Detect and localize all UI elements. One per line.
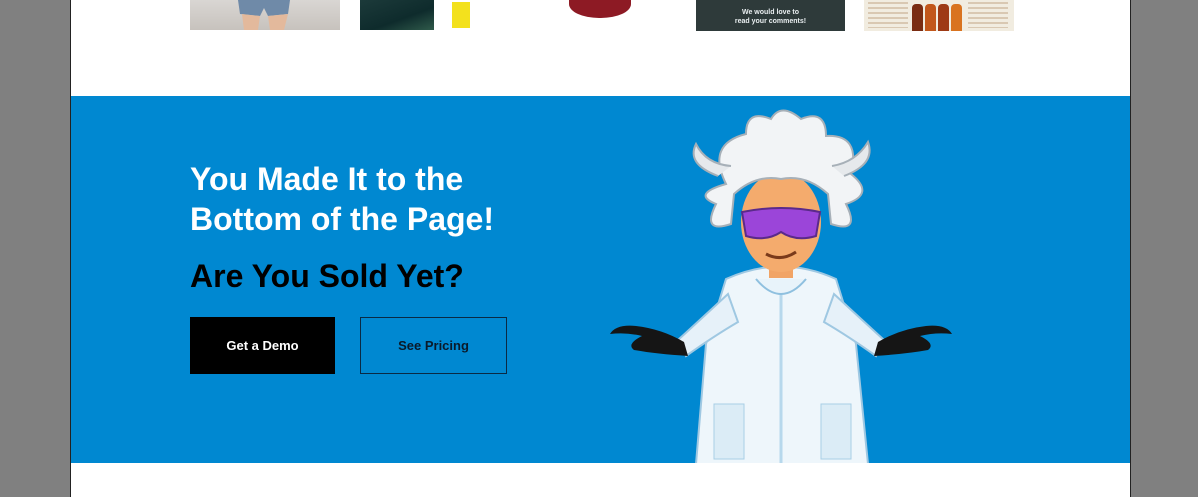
scientist-mascot-illustration [610,109,952,464]
bottle-image [951,4,962,31]
sticker-image [452,2,470,28]
cta-headline: You Made It to the Bottom of the Page! [190,161,494,237]
bottle-image [925,4,936,31]
product-thumbnail-comments[interactable]: We would love to read your comments! [696,0,845,31]
comment-card-line2: read your comments! [734,18,807,25]
bottle-image [938,4,949,31]
thumbnail-row: We would love to read your comments! [71,0,1130,96]
comment-card-line1: We would love to [741,9,800,16]
bottle-image [912,4,923,31]
footer-spacer [71,463,1130,497]
product-thumbnail-sauces[interactable] [864,0,1014,31]
app-screenshot-image [360,0,434,30]
cta-subheadline: Are You Sold Yet? [190,258,464,294]
jar-image [569,0,631,18]
shorts-image [238,0,290,30]
label-text-block [968,2,1008,28]
product-thumbnail-app[interactable] [360,0,508,30]
page-content: We would love to read your comments! You… [70,0,1131,497]
product-thumbnail-jar[interactable] [567,0,637,20]
get-demo-button[interactable]: Get a Demo [190,317,335,374]
cta-section: You Made It to the Bottom of the Page! A… [71,96,1130,464]
see-pricing-button[interactable]: See Pricing [360,317,507,374]
product-thumbnail-shorts[interactable] [190,0,340,30]
label-text-block [868,2,908,28]
